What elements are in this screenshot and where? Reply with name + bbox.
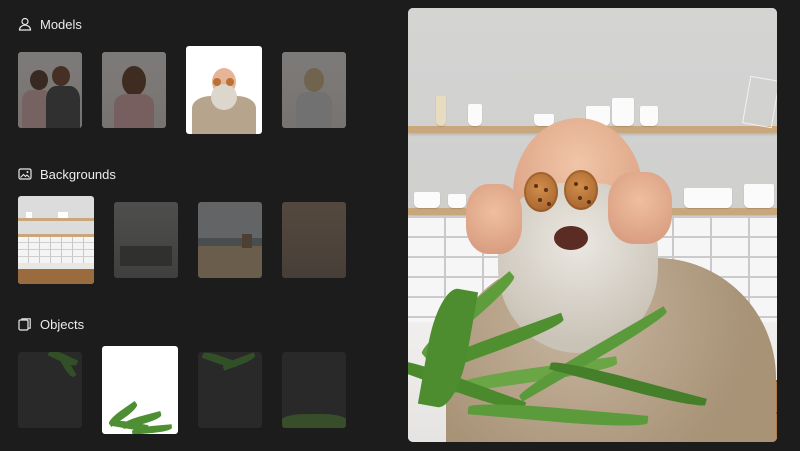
background-thumb-brown-interior[interactable] (282, 202, 346, 278)
background-thumb-kitchen[interactable] (18, 196, 94, 284)
composite-preview (408, 8, 777, 442)
cookie-left (524, 172, 558, 212)
object-thumb-palm-bottom[interactable] (102, 346, 178, 434)
model-thumb-woman-bun[interactable] (282, 52, 346, 128)
cookie-right (564, 170, 598, 210)
background-thumb-beach[interactable] (198, 202, 262, 278)
backgrounds-title: Backgrounds (40, 166, 116, 182)
man-mouth (554, 226, 588, 250)
image-icon (18, 167, 32, 181)
models-header: Models (18, 14, 82, 34)
object-thumb-plant-bottom[interactable] (282, 352, 346, 428)
objects-header: Objects (18, 314, 84, 334)
layers-icon (18, 317, 32, 331)
model-thumb-couple[interactable] (18, 52, 82, 128)
backgrounds-header: Backgrounds (18, 164, 116, 184)
model-thumb-woman-long-hair[interactable] (102, 52, 166, 128)
user-icon (18, 17, 32, 31)
object-thumb-palm-top[interactable] (198, 352, 262, 428)
background-thumb-dining-room[interactable] (114, 202, 178, 278)
model-thumb-bearded-man[interactable] (186, 46, 262, 134)
man-hand-left (466, 184, 522, 254)
objects-title: Objects (40, 316, 85, 332)
object-thumb-palm-top-right[interactable] (18, 352, 82, 428)
models-title: Models (40, 16, 82, 32)
man-hand-right (608, 172, 672, 244)
